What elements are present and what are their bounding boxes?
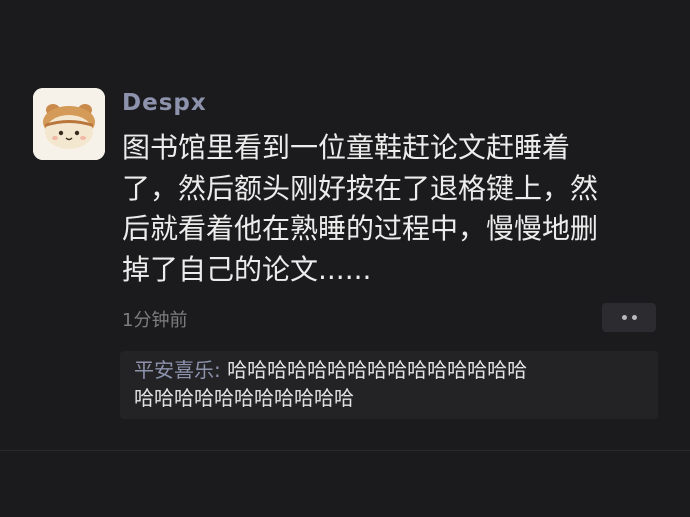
username[interactable]: Despx	[122, 90, 207, 116]
moments-post: Despx 图书馆里看到一位童鞋赶论文赶睡着 了，然后额头刚好按在了退格键上，然…	[0, 0, 690, 517]
more-button[interactable]	[602, 303, 656, 332]
comment-text-continued: 哈哈哈哈哈哈哈哈哈哈哈	[134, 386, 354, 410]
comment-item[interactable]: 平安喜乐: 哈哈哈哈哈哈哈哈哈哈哈哈哈哈哈	[134, 356, 644, 384]
avatar[interactable]	[33, 88, 105, 160]
comment-box: 平安喜乐: 哈哈哈哈哈哈哈哈哈哈哈哈哈哈哈 哈哈哈哈哈哈哈哈哈哈哈	[120, 351, 658, 419]
post-text-line: 图书馆里看到一位童鞋赶论文赶睡着	[122, 131, 571, 164]
more-dots-icon	[621, 315, 627, 320]
post-text-line: 了，然后额头刚好按在了退格键上，然	[122, 171, 599, 205]
comment-text: 哈哈哈哈哈哈哈哈哈哈哈哈哈哈哈	[220, 358, 528, 382]
post-text: 图书馆里看到一位童鞋赶论文赶睡着 了，然后额头刚好按在了退格键上，然 后就看着他…	[122, 128, 642, 290]
post-text-line: 掉了自己的论文......	[122, 252, 372, 286]
cat-avatar-icon	[33, 88, 105, 160]
post-text-line: 后就看着他在熟睡的过程中，慢慢地删	[122, 212, 599, 245]
comment-author[interactable]: 平安喜乐	[134, 358, 214, 382]
more-dots-icon	[631, 315, 637, 320]
post-timestamp: 1分钟前	[122, 310, 188, 331]
comment-separator: :	[214, 358, 221, 382]
divider	[0, 450, 690, 451]
